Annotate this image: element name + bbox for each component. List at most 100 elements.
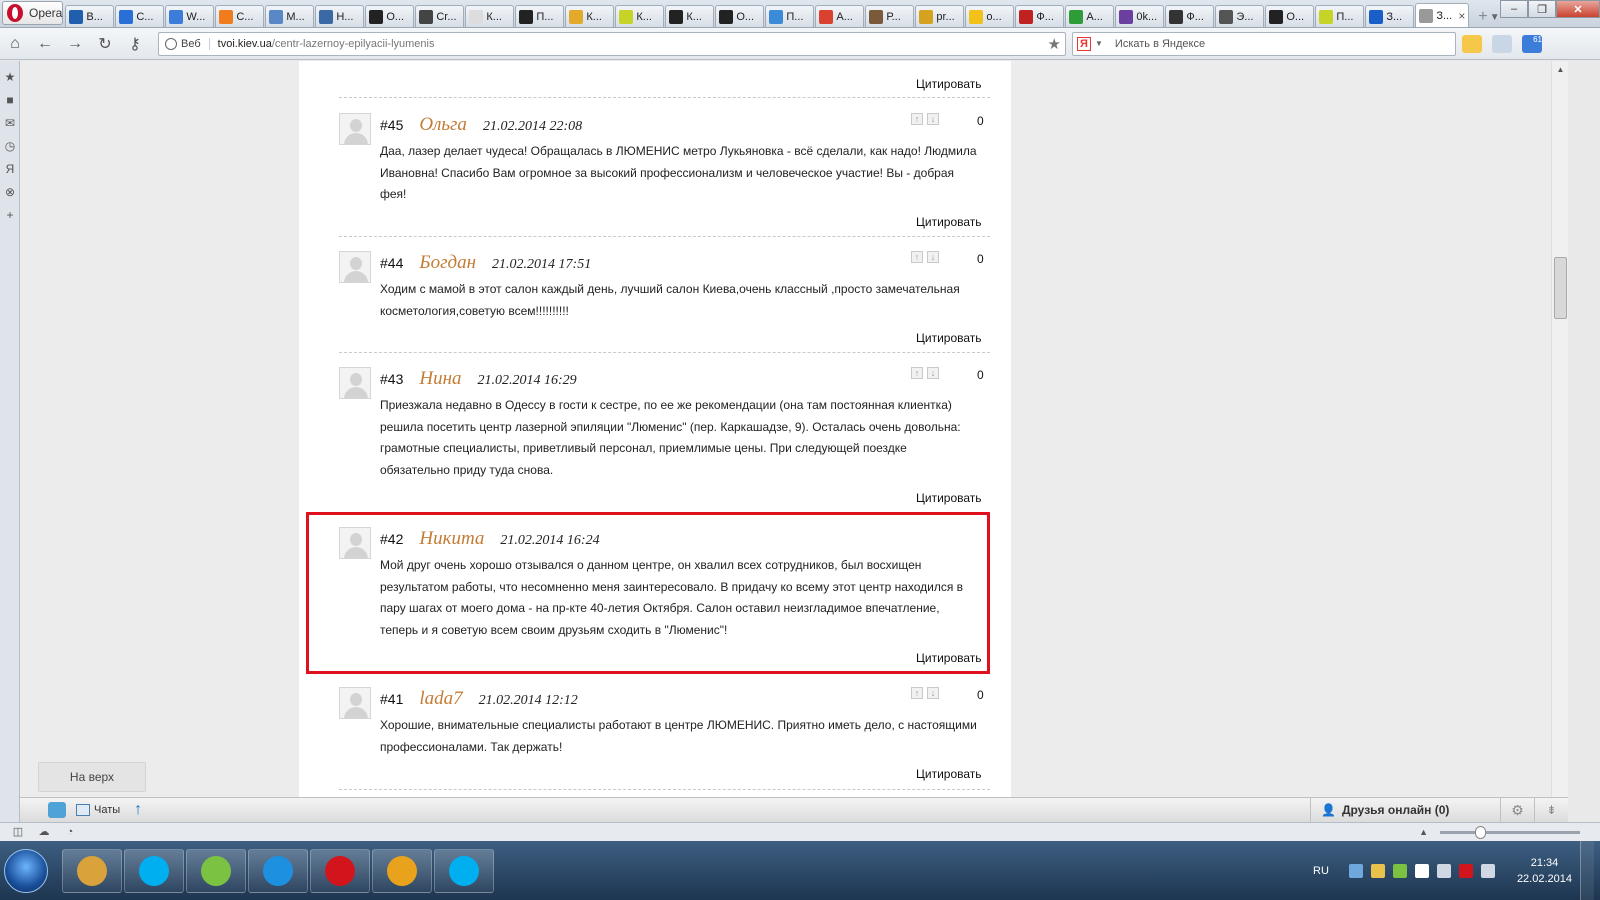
comment-author[interactable]: lada7 [419,688,462,710]
taskbar-app-skype[interactable] [434,848,494,893]
social-logo-icon[interactable] [48,802,66,818]
back-arrow-icon[interactable]: ← [30,31,60,57]
comment-author[interactable]: Ольга [419,114,467,136]
scrollbar-thumb[interactable] [1554,257,1567,319]
bluetooth-icon[interactable] [1348,863,1363,878]
opera-menu-button[interactable]: Opera [2,1,64,25]
vote-down-icon[interactable]: ↓ [927,367,939,379]
browser-tab[interactable]: Ф... [1015,5,1065,27]
home-icon[interactable]: ⌂ [0,31,30,57]
browser-tab[interactable]: О... [715,5,765,27]
browser-tab[interactable]: 0k... [1115,5,1165,27]
language-indicator[interactable]: RU [1313,865,1329,877]
close-window-icon[interactable]: ✕ [1556,0,1600,18]
address-field[interactable]: Веб tvoi.kiev.ua /centr-lazernoy-epilyac… [158,31,1066,56]
quote-link[interactable]: Цитировать [916,77,982,91]
browser-tab[interactable]: К... [615,5,665,27]
flag-icon[interactable] [1414,863,1429,878]
history-icon[interactable]: ◷ [3,139,17,153]
mail-icon[interactable]: ✉ [3,116,17,130]
taskbar-app-paint[interactable] [62,848,122,893]
search-input[interactable]: Я ▼ Искать в Яндексе [1072,31,1456,56]
key-icon[interactable]: ⚷ [120,31,150,57]
zoom-slider[interactable] [1440,825,1580,839]
quote-link[interactable]: Цитировать [916,767,982,781]
chats-button[interactable]: Чаты [76,804,120,816]
vote-up-icon[interactable]: ↑ [911,251,923,263]
bookmarks-star-icon[interactable]: ★ [3,70,17,84]
browser-tab[interactable]: А... [1065,5,1115,27]
browser-tab[interactable]: К... [665,5,715,27]
browser-tab[interactable]: П... [515,5,565,27]
show-desktop-button[interactable] [1580,841,1594,900]
browser-tab[interactable]: К... [465,5,515,27]
browser-tab[interactable]: П... [1315,5,1365,27]
forward-arrow-icon[interactable]: → [60,31,90,57]
browser-tab[interactable]: А... [815,5,865,27]
bookmark-star-icon[interactable]: ★ [1048,35,1061,53]
taskbar-app-skype[interactable] [124,848,184,893]
pen-icon[interactable] [1370,863,1385,878]
minimize-icon[interactable]: – [1500,0,1528,18]
browser-tab[interactable]: Н... [315,5,365,27]
widgets-icon[interactable]: ■ [3,93,17,107]
start-button[interactable] [4,848,48,893]
links-icon[interactable]: ⊗ [3,185,17,199]
browser-tab[interactable]: pr... [915,5,965,27]
vote-down-icon[interactable]: ↓ [927,251,939,263]
network-icon[interactable] [1436,863,1451,878]
volume-icon[interactable] [1480,863,1495,878]
mail-icon[interactable]: 61 [1522,34,1542,53]
new-tab-plus-icon[interactable]: + [1476,7,1489,27]
browser-tab[interactable]: Cr... [415,5,465,27]
scroll-up-arrow-icon[interactable]: ▲ [1552,61,1569,78]
add-panel-plus-icon[interactable]: + [3,208,17,222]
browser-tab[interactable]: С... [215,5,265,27]
close-tab-icon[interactable]: × [1458,9,1465,23]
browser-tab[interactable]: С... [115,5,165,27]
gear-icon[interactable]: ⚙ [1500,797,1534,823]
browser-tab[interactable]: О... [1265,5,1315,27]
browser-tab[interactable]: В... [65,5,115,27]
browser-tab[interactable]: П... [765,5,815,27]
cloud-icon[interactable]: ☁ [36,826,52,838]
clock[interactable]: 21:34 22.02.2014 [1517,855,1572,887]
browser-tab[interactable]: Э... [1215,5,1265,27]
vertical-scrollbar[interactable]: ▲ ▼ [1551,61,1568,812]
panel-toggle-icon[interactable]: ◫ [10,826,26,838]
speedometer-icon[interactable]: ◔ [62,826,78,838]
scroll-to-top-button[interactable]: На верх [38,762,146,792]
browser-tab[interactable]: М... [265,5,315,27]
antivirus-icon[interactable] [1392,863,1407,878]
restore-icon[interactable]: ❐ [1528,0,1556,18]
comment-author[interactable]: Нина [419,368,461,390]
taskbar-app-chrome[interactable] [372,848,432,893]
upload-arrow-icon[interactable]: ↑ [134,801,142,819]
zoom-up-icon[interactable]: ▲ [1419,827,1428,837]
browser-tab[interactable]: W... [165,5,215,27]
browser-tab[interactable]: З... × [1415,3,1470,27]
page-icon[interactable] [1492,34,1512,53]
browser-tab[interactable]: Ф... [1165,5,1215,27]
vote-down-icon[interactable]: ↓ [927,113,939,125]
yandex-icon[interactable]: Я [3,162,17,176]
taskbar-app-internet-explorer[interactable] [248,848,308,893]
tab-menu-chevron-down-icon[interactable]: ▼ [1490,7,1501,27]
browser-tab[interactable]: З... [1365,5,1415,27]
zoom-slider-knob[interactable] [1475,825,1486,839]
collapse-icon[interactable]: ⇟ [1534,797,1568,823]
search-engine-chevron-down-icon[interactable]: ▼ [1095,39,1103,48]
quote-link[interactable]: Цитировать [916,215,982,229]
puzzle-icon[interactable] [1462,34,1482,53]
taskbar-app-game[interactable] [186,848,246,893]
vote-up-icon[interactable]: ↑ [911,113,923,125]
vote-up-icon[interactable]: ↑ [911,687,923,699]
vote-down-icon[interactable]: ↓ [927,687,939,699]
stop-icon[interactable] [1458,863,1473,878]
browser-tab[interactable]: о... [965,5,1015,27]
web-mode-badge[interactable]: Веб [165,37,210,50]
taskbar-app-opera[interactable] [310,848,370,893]
quote-link[interactable]: Цитировать [916,331,982,345]
quote-link[interactable]: Цитировать [916,491,982,505]
yandex-logo-icon[interactable]: Я [1077,36,1091,51]
